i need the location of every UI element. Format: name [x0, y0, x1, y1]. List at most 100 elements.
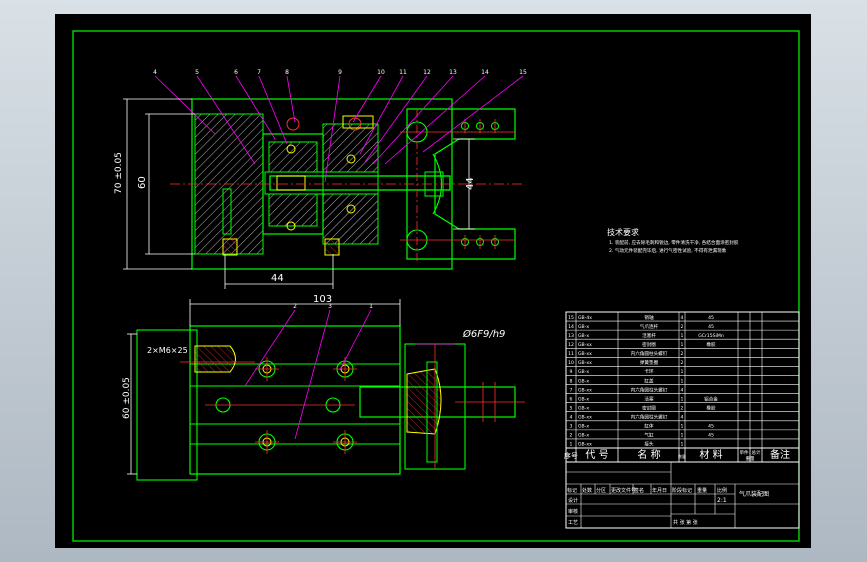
bom-cell-code: GB-x — [578, 324, 589, 330]
bom-row: 1 GB-xx 接头 1 — [570, 441, 684, 448]
dim-bottom: 44 — [271, 273, 284, 284]
bom-cell-code: GB-xx — [578, 442, 592, 448]
bom-row: 13 GB-x 活塞杆 1 GCr15SiMn — [568, 332, 724, 339]
bom-cell-qty: 1 — [681, 424, 684, 430]
bom-cell-qty: 4 — [681, 315, 684, 321]
title-label-review: 审核 — [568, 508, 578, 515]
bom-row: 7 GB-xx 内六角圆柱头螺钉 4 — [570, 386, 684, 393]
bom-cell-name: 内六角圆柱头螺钉 — [631, 414, 668, 421]
balloon-14: 14 — [481, 69, 489, 76]
balloon-12: 12 — [423, 69, 431, 76]
bom-cell-code: GB-x — [578, 424, 589, 430]
title-label-scale: 比例 — [717, 487, 727, 494]
bom-cell-code: GB-x — [578, 333, 589, 339]
bom-cell-name: 接头 — [644, 441, 654, 448]
bom-cell-material: GCr15SiMn — [698, 333, 724, 339]
bom-row: 9 GB-x 卡环 1 — [570, 368, 684, 375]
title-label-process: 工艺 — [568, 520, 578, 526]
bom-cell-name: 缸体 — [644, 423, 654, 430]
bom-row: 15 GB-4x 销轴 4 45 — [568, 314, 714, 321]
bom-cell-no: 13 — [568, 333, 574, 339]
bom-cell-name: 活塞杆 — [642, 332, 656, 339]
bom-cell-qty: 1 — [681, 369, 684, 375]
title-label-change: 更改文件号 — [611, 487, 636, 494]
fit-note: Ø6F9/h9 — [462, 328, 505, 340]
bom-cell-name: 销轴 — [644, 314, 654, 321]
drawing-canvas[interactable]: 4 5 6 7 8 9 10 11 12 13 14 15 70 ±0.05 60 44 44 — [55, 14, 811, 548]
title-label-count: 处数 — [582, 487, 592, 494]
bom-row: 11 GB-xx 内六角圆柱头螺钉 2 — [568, 350, 683, 357]
title-scale-value: 2:1 — [717, 497, 727, 504]
bom-cell-material: 橡胶 — [706, 404, 716, 411]
bom-cell-qty: 4 — [681, 415, 684, 421]
bom-cell-material: 45 — [708, 315, 714, 321]
bom-row: 12 GB-xx 密封圈 1 橡胶 — [568, 341, 716, 348]
bom-cell-no: 4 — [570, 415, 573, 421]
dim-right: 44 — [465, 177, 476, 190]
bom-cell-material: 铝合金 — [704, 395, 718, 402]
balloon-11: 11 — [399, 69, 407, 76]
thread-note: 2×M6×25 — [147, 346, 188, 355]
bom-cell-name: 内六角圆柱头螺钉 — [631, 350, 668, 357]
bom-cell-material: 45 — [708, 433, 714, 439]
bom-cell-code: GB-xx — [578, 342, 592, 348]
title-label-design: 设计 — [568, 497, 578, 504]
bom-cell-no: 7 — [570, 387, 573, 393]
bom-cell-name: 弹簧垫圈 — [640, 359, 659, 366]
bom-cell-qty: 1 — [681, 333, 684, 339]
dim-height-outer: 70 ±0.05 — [114, 152, 124, 194]
balloon-9: 9 — [338, 69, 342, 76]
bom-table: 15 GB-4x 销轴 4 4514 GB-x 气爪连杆 2 4513 GB-x 活塞杆 1 GCr15… — [565, 311, 800, 449]
bom-cell-name: 卡环 — [644, 368, 654, 375]
bom-cell-qty: 1 — [681, 342, 684, 348]
bom-row: 14 GB-x 气爪连杆 2 45 — [568, 323, 714, 330]
title-block: 标记 处数 分区 更改文件号 签名 年月日 设计 审核 工艺 阶段标记 重量 比… — [565, 461, 800, 529]
bom-cell-material: 橡胶 — [706, 341, 716, 348]
bom-header: 序号 代 号 名 称 数量 材 料 单件 总计 重量 备注 — [564, 447, 800, 463]
bom-header-remark: 备注 — [770, 448, 790, 461]
bom-cell-code: GB-xx — [578, 360, 592, 366]
bom-cell-name: 气爪连杆 — [640, 323, 659, 330]
bom-cell-no: 5 — [570, 405, 573, 411]
bom-cell-name: 内六角圆柱头螺钉 — [631, 386, 668, 393]
bom-cell-no: 3 — [570, 424, 573, 430]
dim-front-height: 60 ±0.05 — [122, 377, 132, 419]
bom-header-no: 序号 — [564, 451, 578, 460]
title-label-stage: 阶段标记 — [672, 487, 692, 494]
bom-header-qty: 数量 — [678, 453, 686, 459]
tech-req-line-1: 1. 装配前, 应去除毛刺和锐边, 零件清洗干净, 各结合面涂密封胶 — [609, 239, 739, 246]
bom-row: 8 GB-x 缸盖 1 — [570, 377, 684, 384]
bom-cell-qty: 2 — [681, 351, 684, 357]
drawing-name: 气爪装配图 — [739, 490, 769, 498]
bom-cell-code: GB-4x — [578, 315, 592, 321]
bom-cell-name: 活塞 — [644, 395, 654, 402]
bom-cell-no: 2 — [570, 433, 573, 439]
bom-cell-no: 14 — [568, 324, 574, 330]
bom-cell-qty: 1 — [681, 378, 684, 384]
bom-row: 5 GB-x 密封圈 2 橡胶 — [570, 404, 716, 411]
balloon-15: 15 — [519, 69, 527, 76]
bom-cell-code: GB-xx — [578, 387, 592, 393]
tech-req-line-2: 2. 气动元件装配完毕后, 进行气密性试验, 不得有泄漏现象 — [609, 247, 727, 254]
bom-cell-name: 密封圈 — [642, 341, 656, 348]
bom-cell-code: GB-xx — [578, 351, 592, 357]
balloon-4: 4 — [153, 69, 157, 76]
title-label-zone: 分区 — [596, 487, 606, 494]
balloon-13: 13 — [449, 69, 457, 76]
cad-viewport: 4 5 6 7 8 9 10 11 12 13 14 15 70 ±0.05 60 44 44 — [0, 0, 867, 562]
top-section-view — [154, 75, 525, 270]
bom-cell-name: 气缸 — [644, 432, 654, 439]
bom-cell-no: 9 — [570, 369, 573, 375]
bom-row: 4 GB-xx 内六角圆柱头螺钉 4 — [570, 414, 684, 421]
title-sheets: 共 张 第 张 — [673, 519, 698, 526]
bom-cell-no: 11 — [568, 351, 574, 357]
bom-cell-qty: 4 — [681, 387, 684, 393]
bom-cell-code: GB-x — [578, 369, 589, 375]
bom-cell-qty: 1 — [681, 396, 684, 402]
bom-cell-qty: 2 — [681, 405, 684, 411]
drawing-border — [72, 30, 800, 542]
bom-row: 6 GB-x 活塞 1 铝合金 — [570, 395, 719, 402]
bom-cell-material: 45 — [708, 424, 714, 430]
bom-cell-no: 6 — [570, 396, 573, 402]
balloon-10: 10 — [377, 69, 385, 76]
